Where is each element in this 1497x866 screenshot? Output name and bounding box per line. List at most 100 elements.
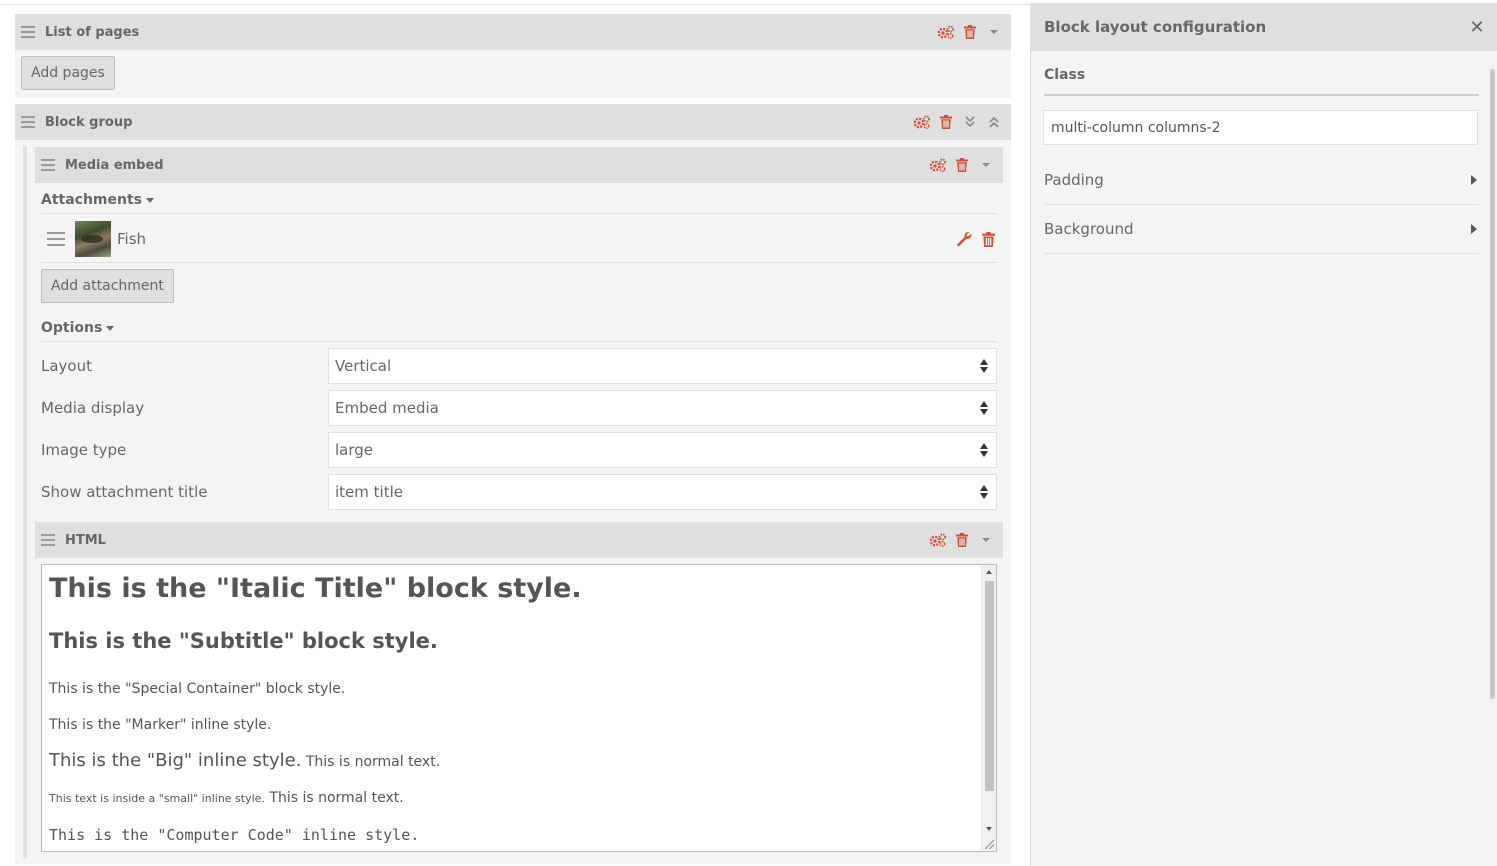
double-chevron-up-icon[interactable] (985, 113, 1003, 131)
caret-down-icon[interactable] (977, 531, 995, 549)
block-header: Block group (15, 104, 1011, 140)
show-attachment-title-select[interactable]: item title (328, 474, 997, 510)
divider (41, 341, 997, 342)
block-media-embed: Media embed Attachments Fish Add attachm… (35, 147, 1003, 515)
html-editor[interactable]: This is the "Italic Title" block style. … (41, 564, 997, 852)
class-input[interactable] (1043, 110, 1478, 145)
media-display-select[interactable]: Embed media (328, 390, 997, 426)
option-label: Show attachment title (41, 483, 208, 501)
attachment-item: Fish (41, 217, 997, 261)
caret-right-icon (1471, 224, 1477, 234)
divider (41, 213, 997, 214)
select-value: item title (335, 483, 403, 501)
trash-icon[interactable] (953, 531, 971, 549)
group-indent-bar (23, 146, 27, 858)
divider (1044, 94, 1479, 96)
cogs-icon[interactable] (937, 23, 955, 41)
select-arrows-icon (980, 359, 988, 373)
block-list-of-pages: List of pages Add pages (15, 14, 1011, 98)
attachments-label: Attachments (41, 192, 143, 208)
double-chevron-down-icon[interactable] (961, 113, 979, 131)
add-attachment-button[interactable]: Add attachment (41, 269, 174, 303)
sidebar-header: Block layout configuration ✕ (1031, 3, 1497, 51)
cogs-icon[interactable] (913, 113, 931, 131)
caret-down-icon (146, 197, 155, 203)
option-row-show-attachment-title: Show attachment title item title (41, 474, 997, 510)
special-container-text: This is the "Special Container" block st… (49, 681, 346, 697)
option-row-layout: Layout Vertical (41, 348, 997, 384)
close-icon[interactable]: ✕ (1469, 17, 1485, 38)
select-value: Vertical (335, 357, 392, 375)
sidebar-scrollbar[interactable] (1489, 51, 1497, 866)
trash-icon[interactable] (961, 23, 979, 41)
block-header: List of pages (15, 14, 1011, 50)
select-value: large (335, 441, 374, 459)
select-arrows-icon (980, 443, 988, 457)
block-title: List of pages (45, 24, 140, 40)
options-toggle[interactable]: Options (41, 320, 115, 336)
drag-handle-icon[interactable] (41, 534, 55, 546)
image-type-select[interactable]: large (328, 432, 997, 468)
divider (41, 262, 997, 263)
small-line: This text is inside a "small" inline sty… (49, 790, 404, 806)
big-line: This is the "Big" inline style. This is … (49, 750, 440, 771)
wrench-icon[interactable] (955, 230, 973, 248)
padding-section-toggle[interactable]: Padding (1044, 156, 1479, 205)
block-html: HTML This is the "Italic Title" block st… (35, 522, 1003, 862)
drag-handle-icon[interactable] (47, 232, 65, 246)
subtitle-text: This is the "Subtitle" block style. (49, 629, 438, 653)
select-value: Embed media (335, 399, 439, 417)
block-group: Block group Media embed Attachments Fish… (15, 104, 1011, 864)
block-title: Media embed (65, 157, 164, 173)
caret-down-icon[interactable] (977, 156, 995, 174)
layout-select[interactable]: Vertical (328, 348, 997, 384)
cogs-icon[interactable] (929, 531, 947, 549)
block-header: Media embed (35, 147, 1003, 183)
trash-icon[interactable] (953, 156, 971, 174)
block-title: HTML (65, 532, 106, 548)
scroll-up-icon[interactable] (986, 570, 992, 574)
drag-handle-icon[interactable] (21, 26, 35, 38)
block-header: HTML (35, 522, 1003, 558)
select-arrows-icon (980, 485, 988, 499)
normal-text: This is normal text. (301, 754, 441, 770)
sidebar-title: Block layout configuration (1044, 18, 1267, 36)
italic-title-text: This is the "Italic Title" block style. (49, 573, 582, 604)
options-label: Options (41, 320, 103, 336)
option-row-image-type: Image type large (41, 432, 997, 468)
small-text: This text is inside a "small" inline sty… (49, 792, 265, 805)
caret-right-icon (1471, 175, 1477, 185)
option-label: Media display (41, 399, 145, 417)
drag-handle-icon[interactable] (21, 116, 35, 128)
class-label: Class (1044, 67, 1086, 83)
resize-handle-icon[interactable] (985, 840, 994, 849)
top-divider (0, 4, 1030, 5)
option-label: Image type (41, 441, 127, 459)
select-arrows-icon (980, 401, 988, 415)
option-row-media-display: Media display Embed media (41, 390, 997, 426)
big-text: This is the "Big" inline style. (49, 750, 302, 771)
option-label: Layout (41, 357, 92, 375)
editor-scrollbar[interactable] (981, 565, 996, 851)
add-pages-button[interactable]: Add pages (21, 56, 115, 90)
normal-text: This is normal text. (264, 790, 404, 806)
caret-down-icon[interactable] (985, 23, 1003, 41)
block-title: Block group (45, 114, 133, 130)
attachment-thumbnail (75, 221, 111, 257)
scroll-thumb[interactable] (1490, 69, 1495, 699)
attachment-name: Fish (117, 230, 147, 248)
attachments-toggle[interactable]: Attachments (41, 192, 155, 208)
trash-icon[interactable] (937, 113, 955, 131)
section-label: Padding (1044, 171, 1104, 189)
scroll-down-icon[interactable] (986, 827, 992, 831)
caret-down-icon (106, 325, 115, 331)
code-text: This is the "Computer Code" inline style… (49, 826, 420, 844)
drag-handle-icon[interactable] (41, 159, 55, 171)
scroll-thumb[interactable] (985, 581, 994, 791)
section-label: Background (1044, 220, 1134, 238)
marker-text: This is the "Marker" inline style. (49, 717, 272, 733)
block-layout-sidebar: Block layout configuration ✕ Class Paddi… (1030, 3, 1497, 866)
cogs-icon[interactable] (929, 156, 947, 174)
trash-icon[interactable] (979, 230, 997, 248)
background-section-toggle[interactable]: Background (1044, 205, 1479, 254)
